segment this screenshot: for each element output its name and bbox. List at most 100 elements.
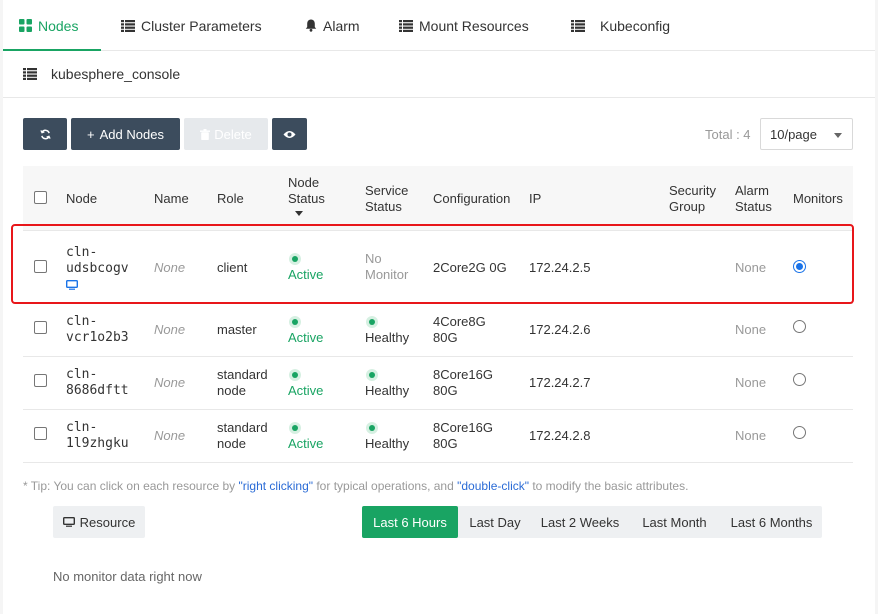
header-security-group[interactable]: Security Group <box>669 183 716 215</box>
node-ip: 172.24.2.5 <box>529 260 591 275</box>
refresh-button[interactable] <box>23 118 67 150</box>
resource-button[interactable]: Resource <box>53 506 145 538</box>
header-line: Group <box>669 199 706 214</box>
monitor-icon[interactable] <box>66 280 78 290</box>
header-line: Node <box>288 175 320 190</box>
header-line: Service <box>365 183 409 198</box>
header-configuration[interactable]: Configuration <box>433 191 510 207</box>
plus-icon: + <box>87 126 95 142</box>
time-range-selector: Last 6 Hours Last Day Last 2 Weeks Last … <box>362 506 822 538</box>
service-status: Healthy <box>365 436 410 451</box>
tip-right-click-link: "right clicking" <box>238 479 314 493</box>
monitor-radio[interactable] <box>793 260 806 273</box>
status-dot <box>289 422 301 434</box>
tab-nodes[interactable]: Nodes <box>19 0 78 51</box>
tip-prefix: * Tip: You can click on each resource by <box>23 479 239 493</box>
header-name[interactable]: Name <box>154 191 189 207</box>
bell-icon <box>305 19 317 32</box>
node-name: None <box>154 322 186 337</box>
list-icon <box>121 19 135 32</box>
header-node-status[interactable]: Node Status <box>288 175 325 216</box>
header-line: Status <box>288 191 325 206</box>
alarm-status: None <box>735 428 767 443</box>
divider <box>3 97 875 98</box>
node-id-line: vcr1o2b3 <box>66 330 129 345</box>
node-id[interactable]: cln- udsbcogv <box>66 245 129 290</box>
row-checkbox[interactable] <box>34 374 47 387</box>
tip-text: * Tip: You can click on each resource by… <box>23 479 688 493</box>
service-status: No Monitor <box>365 251 408 283</box>
service-status-line: Monitor <box>365 267 409 282</box>
table-row[interactable]: cln- 1l9zhgku None standard node Active … <box>23 410 853 463</box>
header-monitors[interactable]: Monitors <box>793 191 843 207</box>
alarm-status: None <box>735 375 767 390</box>
header-line: Status <box>365 199 402 214</box>
role-line: node <box>217 383 246 398</box>
add-nodes-label: Add Nodes <box>99 126 164 142</box>
config-line: 80G <box>433 383 458 398</box>
header-alarm-status[interactable]: Alarm Status <box>735 183 772 215</box>
service-dot <box>366 369 378 381</box>
node-role: standard node <box>217 420 268 452</box>
node-id-line: udsbcogv <box>66 261 129 276</box>
node-role: client <box>217 260 248 275</box>
tab-bar: Nodes Cluster Parameters Alarm Mount Res… <box>3 0 875 51</box>
node-id-line: cln- <box>66 314 98 329</box>
header-node[interactable]: Node <box>66 191 97 207</box>
node-name: None <box>154 428 186 443</box>
page-size-select[interactable]: 10/page <box>760 118 853 150</box>
role-line: node <box>217 436 246 451</box>
tip-middle: for typical operations, and <box>313 479 458 493</box>
table-row[interactable]: cln- vcr1o2b3 None master Active Healthy… <box>23 304 853 357</box>
row-checkbox[interactable] <box>34 427 47 440</box>
range-last-2-weeks[interactable]: Last 2 Weeks <box>532 506 628 538</box>
node-id-line: cln- <box>66 367 98 382</box>
tab-mount-resources[interactable]: Mount Resources <box>399 0 529 51</box>
range-last-6-months[interactable]: Last 6 Months <box>721 506 822 538</box>
table-row[interactable]: cln- 8686dftt None standard node Active … <box>23 357 853 410</box>
node-id[interactable]: cln- vcr1o2b3 <box>66 314 129 346</box>
config-line: 8Core16G <box>433 367 493 382</box>
row-checkbox[interactable] <box>34 260 47 273</box>
header-service-status[interactable]: Service Status <box>365 183 408 215</box>
service-dot <box>366 316 378 328</box>
delete-button[interactable]: Delete <box>184 118 268 150</box>
tip-suffix: to modify the basic attributes. <box>529 479 689 493</box>
tab-label: Alarm <box>323 17 360 34</box>
node-status: Active <box>288 383 324 398</box>
tab-cluster-parameters[interactable]: Cluster Parameters <box>121 0 262 51</box>
header-ip[interactable]: IP <box>529 191 541 207</box>
alarm-status: None <box>735 260 767 275</box>
status-dot <box>289 369 301 381</box>
tab-alarm[interactable]: Alarm <box>305 0 360 51</box>
node-id[interactable]: cln- 8686dftt <box>66 367 129 399</box>
header-role[interactable]: Role <box>217 191 244 207</box>
table-header: Node Name Role Node Status Service Statu… <box>23 166 853 231</box>
monitor-icon <box>62 517 75 527</box>
range-last-month[interactable]: Last Month <box>628 506 721 538</box>
node-id-line: 8686dftt <box>66 383 129 398</box>
node-id-line: cln- <box>66 245 98 260</box>
status-dot <box>289 253 301 265</box>
node-id[interactable]: cln- 1l9zhgku <box>66 420 129 452</box>
config-line: 80G <box>433 436 458 451</box>
monitor-radio[interactable] <box>793 320 806 333</box>
range-last-day[interactable]: Last Day <box>458 506 532 538</box>
tab-label: Mount Resources <box>419 17 529 34</box>
monitor-radio[interactable] <box>793 373 806 386</box>
tab-label: Kubeconfig <box>600 17 671 34</box>
service-status-line: No <box>365 251 382 266</box>
active-tab-indicator <box>3 49 101 51</box>
tab-kubeconfig[interactable]: Kubeconfig <box>571 0 670 51</box>
service-status: Healthy <box>365 383 410 398</box>
select-all-checkbox[interactable] <box>34 191 47 204</box>
row-checkbox[interactable] <box>34 321 47 334</box>
add-nodes-button[interactable]: + Add Nodes <box>71 118 180 150</box>
tab-label: Cluster Parameters <box>141 17 262 34</box>
monitor-radio[interactable] <box>793 426 806 439</box>
range-last-6-hours[interactable]: Last 6 Hours <box>362 506 458 538</box>
header-line: Status <box>735 199 772 214</box>
node-status: Active <box>288 436 324 451</box>
table-row[interactable]: cln- udsbcogv None client Active No Moni… <box>23 232 853 304</box>
toggle-visibility-button[interactable] <box>272 118 307 150</box>
